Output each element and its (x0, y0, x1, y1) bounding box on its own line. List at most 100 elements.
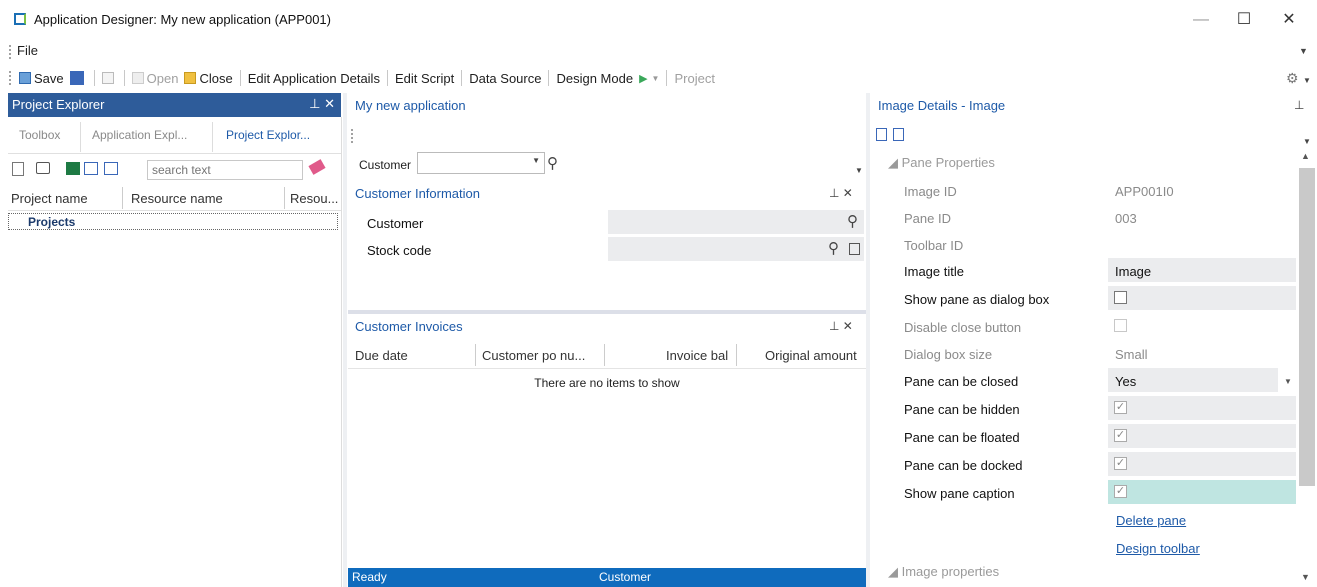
menu-grip[interactable] (8, 44, 12, 60)
empty-message: There are no items to show (534, 376, 680, 390)
customer-invoices-title: Customer Invoices (355, 319, 463, 334)
open-button[interactable]: Open (129, 71, 182, 86)
panel-title: Project Explorer (12, 97, 105, 112)
scroll-up-icon[interactable]: ▲ (1301, 151, 1310, 161)
column-project-name[interactable]: Project name (11, 191, 88, 206)
prop-toolbar-id: Toolbar ID (904, 238, 964, 253)
prop-show-dialog: Show pane as dialog box (904, 292, 1050, 307)
prop-image-title: Image title (904, 264, 964, 279)
scroll-down-icon[interactable]: ▼ (1301, 572, 1310, 582)
prop-image-id: Image ID (904, 184, 957, 199)
dialog-box-cell (1108, 286, 1296, 310)
delete-pane-link[interactable]: Delete pane (1116, 513, 1186, 528)
search-icon[interactable]: ⚲ (847, 212, 858, 230)
column-original-amount[interactable]: Original amount (765, 348, 857, 363)
collapse-all-icon[interactable] (104, 162, 118, 175)
data-source-button[interactable]: Data Source (466, 71, 544, 86)
window-title: Application Designer: My new application… (34, 12, 331, 27)
app-icon (14, 13, 26, 25)
column-invoice-balance[interactable]: Invoice bal (666, 348, 728, 363)
alphabetical-icon[interactable] (893, 128, 904, 141)
field-label-customer: Customer (367, 216, 424, 231)
tab-toolbox[interactable]: Toolbox (19, 128, 60, 142)
status-ready: Ready (352, 570, 387, 584)
search-icon[interactable]: ⚲ (828, 239, 839, 257)
column-due-date[interactable]: Due date (355, 348, 408, 363)
caption-cell (1108, 480, 1296, 504)
section-pane-properties[interactable]: ◢ Pane Properties (888, 155, 995, 171)
customer-combo[interactable]: ▼ (417, 152, 545, 174)
project-explorer-header: Project Explorer ⊥ ✕ (8, 93, 341, 117)
folder-icon (184, 72, 197, 84)
toolbar-overflow-icon[interactable]: ▼ (1303, 76, 1311, 85)
show-dialog-checkbox[interactable] (1114, 291, 1127, 304)
show-caption-checkbox[interactable]: ✓ (1114, 485, 1127, 498)
section-image-properties[interactable]: ◢ Image properties (888, 564, 999, 580)
open-icon (131, 72, 144, 84)
save-button[interactable]: Save (16, 71, 67, 86)
design-toolbar-link[interactable]: Design toolbar (1116, 541, 1200, 556)
calendar-icon[interactable] (849, 243, 860, 255)
pane-floated-checkbox[interactable]: ✓ (1114, 429, 1127, 442)
prop-pane-closed: Pane can be closed (904, 374, 1019, 389)
expand-all-icon[interactable] (84, 162, 98, 175)
column-resource[interactable]: Resou... (290, 191, 338, 206)
disable-close-checkbox[interactable] (1114, 319, 1127, 332)
prop-image-title-value[interactable]: Image (1115, 264, 1151, 279)
customer-toolbar-grip[interactable] (350, 128, 354, 144)
pane-hidden-checkbox[interactable]: ✓ (1114, 401, 1127, 414)
status-bar: Ready Customer (348, 568, 866, 587)
edit-app-details-button[interactable]: Edit Application Details (245, 71, 383, 86)
tab-application-explorer[interactable]: Application Expl... (92, 128, 187, 142)
customer-label: Customer (359, 158, 412, 172)
new-project-icon[interactable] (12, 162, 24, 176)
prop-pane-floated: Pane can be floated (904, 430, 1020, 445)
minimize-button[interactable]: — (1186, 8, 1216, 32)
customer-field[interactable] (608, 210, 864, 234)
prop-pane-id-value: 003 (1115, 211, 1137, 226)
overflow-icon[interactable]: ▼ (855, 166, 863, 175)
categorized-icon[interactable] (876, 128, 887, 141)
overflow-icon[interactable]: ▼ (1303, 137, 1311, 146)
gear-icon[interactable]: ⚙ (1286, 70, 1299, 87)
pin-close-controls[interactable]: ⊥ ✕ (829, 186, 853, 200)
pin-icon[interactable]: ⊥ (1294, 98, 1304, 112)
new-document-icon (101, 72, 114, 84)
search-icon[interactable]: ⚲ (547, 154, 558, 172)
chevron-down-icon: ▼ (651, 73, 660, 83)
tree-item-projects[interactable]: Projects (28, 215, 75, 229)
design-mode-button[interactable]: Design Mode ▶ ▼ (553, 71, 662, 86)
column-resource-name[interactable]: Resource name (131, 191, 223, 206)
save-disk-button[interactable] (67, 71, 90, 85)
close-button[interactable]: Close (181, 71, 235, 86)
print-icon[interactable] (36, 162, 50, 174)
prop-dialog-size-value: Small (1115, 347, 1148, 362)
hidden-cell (1108, 396, 1296, 420)
excel-icon[interactable] (66, 162, 80, 175)
tab-project-explorer[interactable]: Project Explor... (226, 128, 310, 142)
toolbar-grip[interactable] (8, 70, 12, 86)
new-button[interactable] (99, 72, 120, 84)
menu-overflow-icon[interactable]: ▼ (1299, 46, 1308, 56)
close-window-button[interactable]: ✕ (1274, 8, 1304, 32)
menu-file[interactable]: File (17, 43, 38, 58)
play-icon: ▶ (639, 72, 648, 85)
prop-pane-docked: Pane can be docked (904, 458, 1023, 473)
scrollbar-thumb[interactable] (1299, 168, 1315, 486)
docked-cell (1108, 452, 1296, 476)
edit-script-button[interactable]: Edit Script (392, 71, 457, 86)
pane-docked-checkbox[interactable]: ✓ (1114, 457, 1127, 470)
pin-close-controls[interactable]: ⊥ ✕ (829, 319, 853, 333)
maximize-button[interactable]: ☐ (1229, 8, 1259, 32)
customer-information-title: Customer Information (355, 186, 480, 201)
project-button[interactable]: Project (671, 71, 717, 86)
toolbar: Save Open Close Edit Application Details… (0, 66, 1317, 90)
stock-code-field[interactable] (608, 237, 864, 261)
chevron-down-icon[interactable]: ▼ (1284, 377, 1292, 386)
pin-close-controls[interactable]: ⊥ ✕ (309, 96, 335, 112)
floppy-icon (69, 71, 84, 85)
search-input[interactable] (147, 160, 303, 180)
field-label-stock-code: Stock code (367, 243, 432, 258)
prop-pane-closed-value[interactable]: Yes (1115, 374, 1136, 389)
column-customer-po[interactable]: Customer po nu... (482, 348, 585, 363)
